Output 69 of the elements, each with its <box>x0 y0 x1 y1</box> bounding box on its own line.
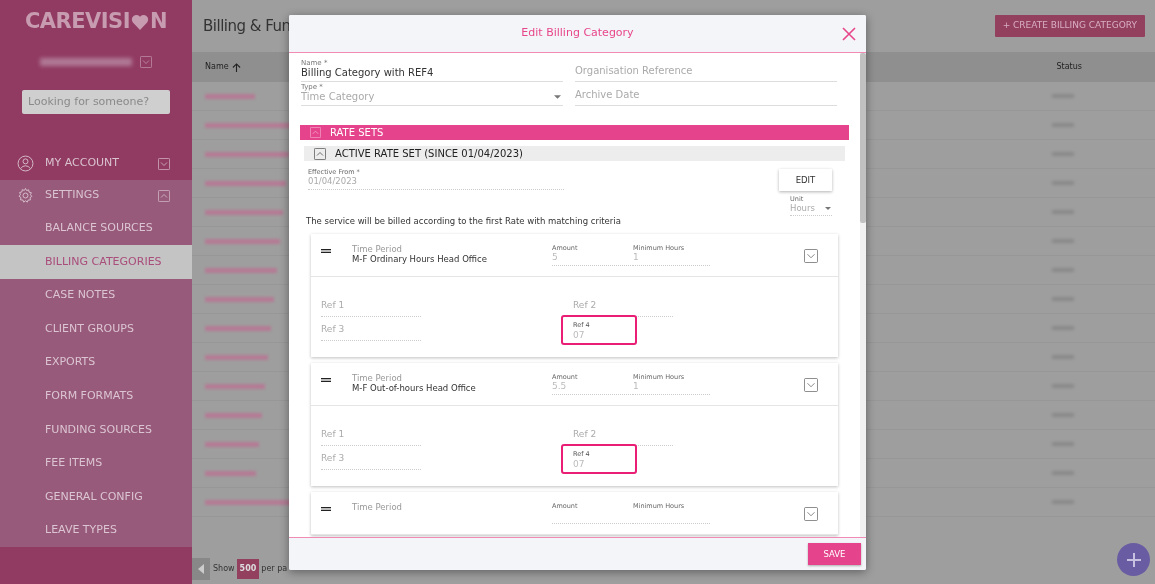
dropdown-arrow-icon <box>825 207 831 210</box>
column-header[interactable]: Name <box>205 61 229 73</box>
drag-handle-icon[interactable] <box>321 248 331 253</box>
ref-field[interactable]: Ref 3 <box>321 449 421 470</box>
redacted-text <box>205 470 256 476</box>
sidebar-item[interactable]: LEAVE TYPES <box>0 513 192 548</box>
scrollbar[interactable] <box>860 53 866 537</box>
search-field[interactable]: Looking for someone? <box>22 89 170 114</box>
ref-field[interactable]: Ref 2 <box>573 425 673 446</box>
page-size-selector[interactable]: 500 <box>236 559 260 579</box>
chevron-up-icon[interactable] <box>314 147 326 160</box>
sort-arrow-icon[interactable] <box>231 62 241 72</box>
sidebar-item[interactable]: CASE NOTES <box>0 278 192 313</box>
redacted-text <box>205 267 277 273</box>
chevron-down-icon[interactable] <box>158 157 170 170</box>
column-header[interactable]: Status <box>1056 61 1082 73</box>
input-field[interactable]: Organisation Reference <box>575 58 837 82</box>
settings-icon <box>17 187 34 204</box>
sidebar-item[interactable]: FUNDING SOURCES <box>0 413 192 447</box>
ref-field[interactable]: Ref 1 <box>321 425 421 446</box>
sidebar-item[interactable]: BALANCE SOURCES <box>0 211 192 246</box>
close-icon[interactable] <box>842 26 856 41</box>
redacted-text <box>205 296 274 302</box>
chevron-down-icon[interactable] <box>804 377 818 392</box>
field-label: Time Period <box>352 243 403 255</box>
rate-sets-header[interactable]: RATE SETS <box>300 125 849 140</box>
drag-handle-icon[interactable] <box>321 506 331 511</box>
heart-icon <box>130 14 149 30</box>
redacted-text <box>205 383 265 389</box>
show-label: Show <box>213 563 235 575</box>
chevron-down-icon[interactable] <box>804 506 818 521</box>
time-period-value: M-F Out-of-hours Head Office <box>352 383 477 394</box>
sidebar-item[interactable]: CLIENT GROUPS <box>0 312 192 346</box>
sidebar-section[interactable]: SETTINGS <box>0 179 192 212</box>
field-label: Time Period <box>352 372 403 384</box>
user-icon <box>17 155 34 172</box>
billing-note: The service will be billed according to the first Rate with matching criteria <box>305 215 622 228</box>
drag-handle-icon[interactable] <box>321 377 331 382</box>
add-button[interactable] <box>1117 543 1150 576</box>
sidebar-item[interactable]: GENERAL CONFIG <box>0 480 192 514</box>
redacted-text <box>205 325 271 331</box>
sidebar-item[interactable]: FORM FORMATS <box>0 379 192 414</box>
create-button[interactable]: + CREATE BILLING CATEGORY <box>994 15 1145 37</box>
time-period-value: M-F Ordinary Hours Head Office <box>352 254 488 265</box>
redacted-text <box>205 412 262 418</box>
ref-field[interactable]: Ref 1 <box>321 296 421 317</box>
ref-field[interactable]: Ref 2 <box>573 296 673 317</box>
chevron-down-icon[interactable] <box>140 56 152 68</box>
redacted-text <box>205 441 259 447</box>
input-field[interactable]: Archive Date <box>575 82 837 106</box>
redacted-text <box>205 93 255 99</box>
sidebar-item[interactable]: FEE ITEMS <box>0 446 192 481</box>
logo: CAREVISI N <box>23 8 168 36</box>
modal-title: Edit Billing Category <box>521 25 634 42</box>
active-rate-set-header[interactable]: ACTIVE RATE SET (SINCE 01/04/2023) <box>304 146 845 161</box>
edit-button[interactable]: EDIT <box>779 169 832 191</box>
dropdown-arrow-icon <box>554 95 561 99</box>
sidebar-item[interactable]: BILLING CATEGORIES <box>0 245 192 279</box>
sidebar-item[interactable]: EXPORTS <box>0 345 192 380</box>
chevron-down-icon[interactable] <box>804 248 818 263</box>
previous-page-button[interactable] <box>192 558 210 580</box>
redacted-text <box>205 354 268 360</box>
field-label: Time Period <box>352 501 403 513</box>
left-triangle-icon <box>198 564 204 574</box>
plus-icon <box>1125 551 1142 568</box>
save-button[interactable]: SAVE <box>808 543 861 565</box>
sidebar-section[interactable]: MY ACCOUNT <box>0 147 192 180</box>
per-page-label: per pa <box>261 563 288 575</box>
ref-field[interactable]: Ref 3 <box>321 320 421 341</box>
